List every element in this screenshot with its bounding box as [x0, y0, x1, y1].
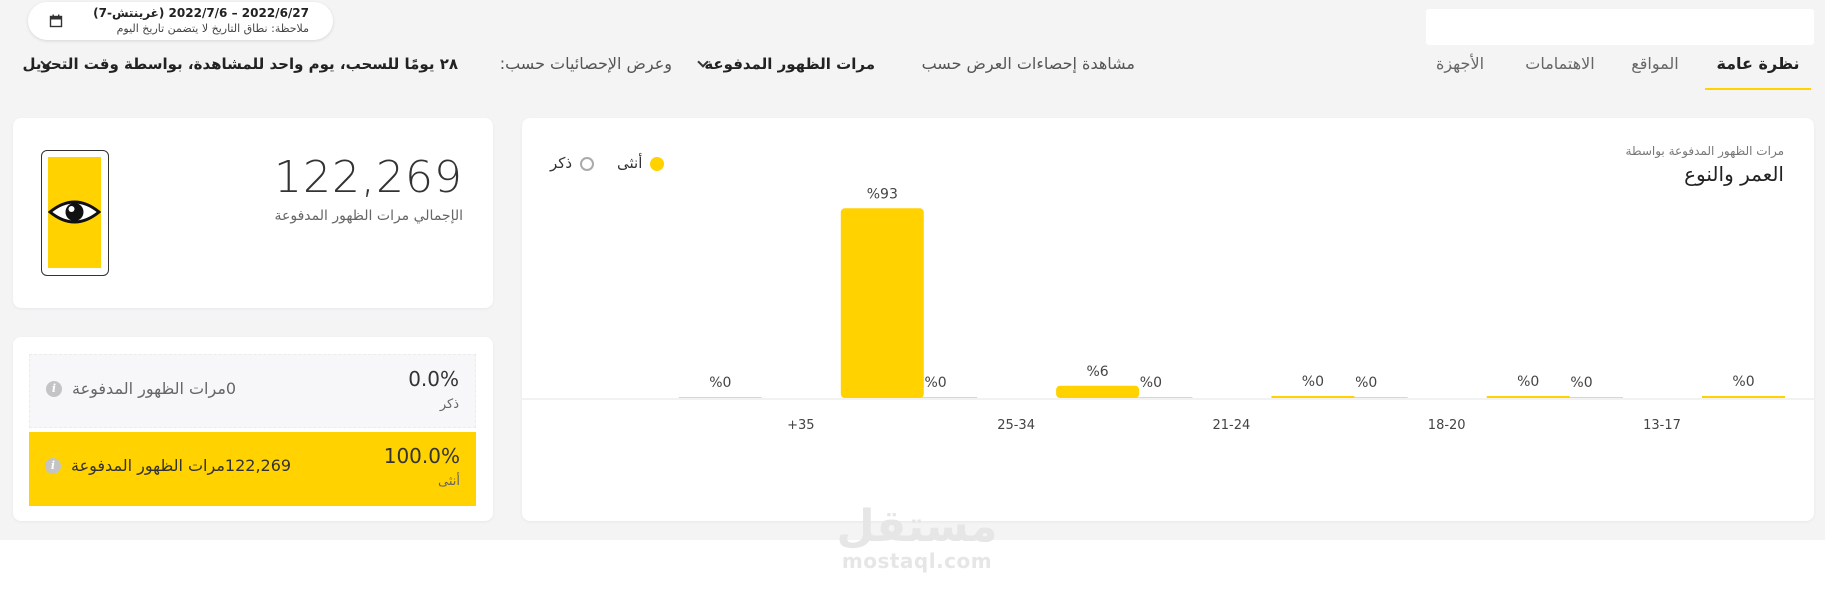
view-by-label: مشاهدة إحصاءات العرض حسب — [921, 54, 1135, 73]
watermark-arabic: مستقل — [836, 501, 998, 552]
date-range-picker[interactable]: 2022/6/27 – 2022/7/6 (غرينتش-7) ملاحظة: … — [28, 2, 333, 40]
stats-by-value: ٢٨ يومًا للسحب، يوم واحد للمشاهدة، بواسط… — [22, 55, 458, 73]
data-label-female-21-24: %0 — [1302, 374, 1324, 390]
total-impressions-value: 122,269 — [274, 152, 463, 203]
male-count: 0مرات الظهور المدفوعة — [72, 379, 237, 398]
bar-female-35+[interactable] — [840, 208, 924, 398]
view-by-value: مرات الظهور المدفوعة — [704, 55, 875, 73]
total-impressions-label: الإجمالي مرات الظهور المدفوعة — [274, 208, 463, 224]
stats-by-dropdown[interactable]: ٢٨ يومًا للسحب، يوم واحد للمشاهدة، بواسط… — [22, 50, 460, 78]
tab-locations[interactable]: المواقع — [1615, 50, 1695, 90]
data-label-male-21-24: %0 — [1140, 375, 1162, 391]
data-label-male-13-17: %0 — [1570, 375, 1592, 391]
tab-interests[interactable]: الاهتمامات — [1515, 50, 1605, 90]
info-icon[interactable]: i — [45, 458, 61, 474]
x-tick-label-13-17: 13-17 — [1643, 418, 1681, 433]
view-by-dropdown[interactable]: مرات الظهور المدفوعة — [697, 50, 877, 78]
data-label-male-18-20: %0 — [1355, 375, 1377, 391]
date-range-text: 2022/6/27 – 2022/7/6 (غرينتش-7) — [93, 6, 309, 20]
watermark-latin: mostaql.com — [841, 549, 993, 573]
phone-screen — [48, 157, 101, 268]
gender-row-male[interactable]: 0.0% ذكر 0مرات الظهور المدفوعة i — [29, 354, 476, 428]
phone-illustration — [41, 150, 109, 276]
male-label: ذكر — [439, 397, 459, 412]
stats-by-label: وعرض الإحصائيات حسب: — [499, 54, 672, 73]
eye-icon — [48, 200, 101, 224]
data-label-male-35+: %0 — [709, 375, 731, 391]
female-percent: 100.0% — [383, 444, 460, 468]
bar-chart: %0 %0 13-17 %0 %0 18-20 %0 %0 21-24 %6 %0 25-34 %93%… — [522, 186, 1814, 433]
date-range-note: ملاحظة: نطاق التاريخ لا يتضمن تاريخ اليو… — [116, 22, 309, 35]
data-label-male-25-34: %0 — [924, 375, 946, 391]
female-label: أنثى — [438, 474, 460, 489]
tab-overview[interactable]: نظرة عامة — [1705, 50, 1811, 90]
bar-female-21-24[interactable] — [1271, 396, 1355, 398]
age-gender-chart-card: مرات الظهور المدفوعة بواسطة العمر والنوع… — [522, 118, 1814, 521]
data-label-female-35+: %93 — [867, 186, 898, 202]
bar-female-13-17[interactable] — [1702, 396, 1785, 398]
gender-breakdown-card: 0.0% ذكر 0مرات الظهور المدفوعة i 100.0% … — [13, 337, 493, 521]
bar-female-25-34[interactable] — [1056, 385, 1140, 398]
bar-male-35+[interactable] — [678, 397, 762, 398]
watermark-logo: مستقل mostaql.com — [812, 501, 1022, 574]
x-tick-label-18-20: 18-20 — [1428, 418, 1466, 433]
female-count: 122,269مرات الظهور المدفوعة — [71, 456, 292, 475]
bar-female-18-20[interactable] — [1486, 396, 1570, 398]
x-tick-label-21-24: 21-24 — [1213, 418, 1251, 433]
male-percent: 0.0% — [408, 367, 459, 391]
calendar-icon — [49, 14, 63, 28]
tab-devices[interactable]: الأجهزة — [1425, 50, 1495, 90]
gender-row-female[interactable]: 100.0% أنثى 122,269مرات الظهور المدفوعة … — [29, 432, 476, 506]
data-label-female-13-17: %0 — [1732, 374, 1754, 390]
x-tick-label-35+: +35 — [787, 418, 814, 433]
total-impressions-card: 122,269 الإجمالي مرات الظهور المدفوعة — [13, 118, 493, 308]
data-label-female-25-34: %6 — [1086, 364, 1108, 380]
search-input[interactable] — [1426, 9, 1814, 45]
data-label-female-18-20: %0 — [1517, 374, 1539, 390]
x-tick-label-25-34: 25-34 — [997, 418, 1035, 433]
info-icon[interactable]: i — [46, 381, 62, 397]
